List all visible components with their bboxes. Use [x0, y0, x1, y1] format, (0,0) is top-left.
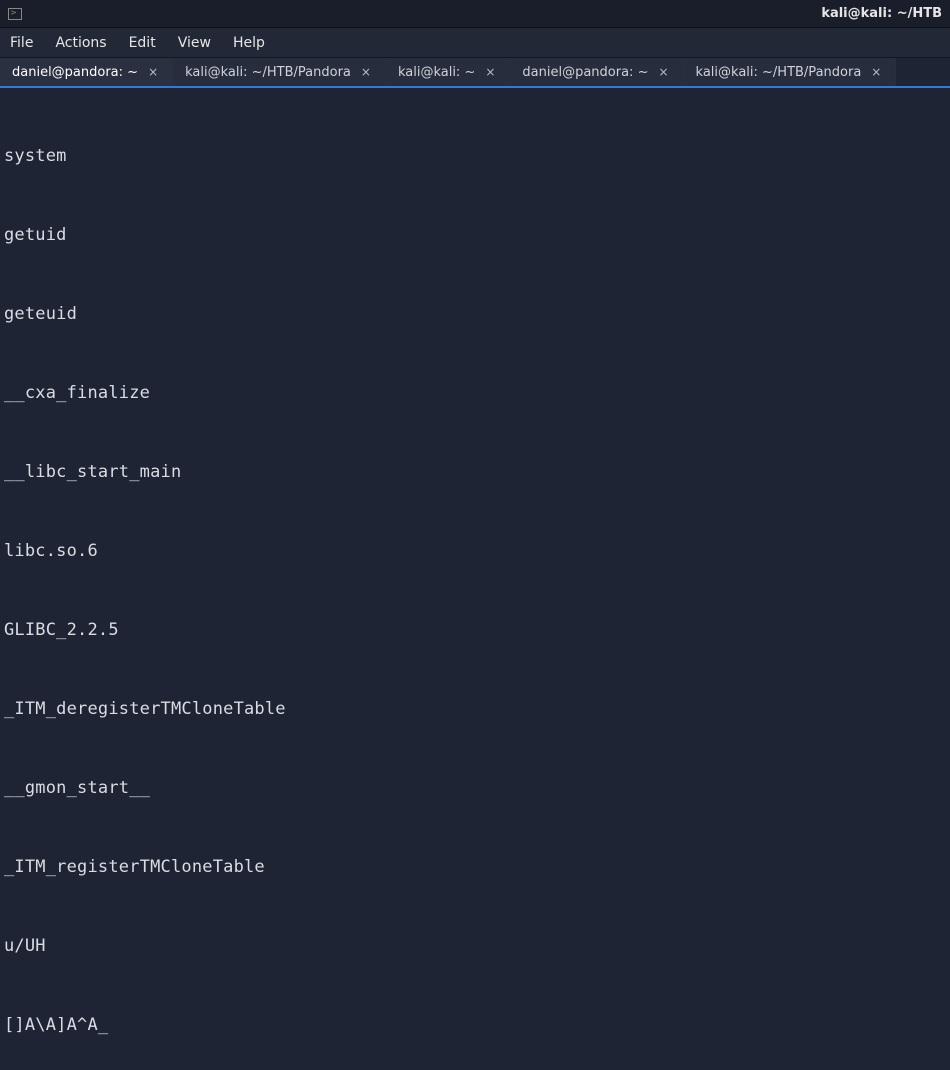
close-icon[interactable]: ×	[146, 65, 160, 79]
menu-view[interactable]: View	[178, 35, 211, 51]
menubar: File Actions Edit View Help	[0, 28, 950, 58]
terminal-line: system	[4, 143, 946, 169]
tab-label: kali@kali: ~/HTB/Pandora	[696, 65, 862, 80]
menu-actions[interactable]: Actions	[55, 35, 106, 51]
close-icon[interactable]: ×	[359, 65, 373, 79]
tab-label: daniel@pandora: ~	[522, 65, 648, 80]
tab-label: kali@kali: ~	[398, 65, 475, 80]
terminal-line: _ITM_deregisterTMCloneTable	[4, 696, 946, 722]
close-icon[interactable]: ×	[869, 65, 883, 79]
terminal-output[interactable]: system getuid geteuid __cxa_finalize __l…	[0, 88, 950, 1070]
tab-label: daniel@pandora: ~	[12, 65, 138, 80]
terminal-line: libc.so.6	[4, 538, 946, 564]
terminal-line: __libc_start_main	[4, 459, 946, 485]
close-icon[interactable]: ×	[483, 65, 497, 79]
tab-label: kali@kali: ~/HTB/Pandora	[185, 65, 351, 80]
tab-daniel-pandora-2[interactable]: daniel@pandora: ~ ×	[510, 58, 683, 86]
tabbar: daniel@pandora: ~ × kali@kali: ~/HTB/Pan…	[0, 58, 950, 88]
tab-kali-home[interactable]: kali@kali: ~ ×	[386, 58, 510, 86]
terminal-line: __gmon_start__	[4, 775, 946, 801]
terminal-line: __cxa_finalize	[4, 380, 946, 406]
terminal-icon	[8, 8, 22, 20]
titlebar-left	[8, 8, 30, 20]
tab-spacer	[896, 58, 950, 86]
menu-help[interactable]: Help	[233, 35, 265, 51]
terminal-line: getuid	[4, 222, 946, 248]
tab-kali-htb-pandora-1[interactable]: kali@kali: ~/HTB/Pandora ×	[173, 58, 386, 86]
tab-daniel-pandora-1[interactable]: daniel@pandora: ~ ×	[0, 58, 173, 86]
terminal-line: geteuid	[4, 301, 946, 327]
window-title: kali@kali: ~/HTB	[821, 6, 942, 21]
window-titlebar: kali@kali: ~/HTB	[0, 0, 950, 28]
terminal-line: GLIBC_2.2.5	[4, 617, 946, 643]
menu-edit[interactable]: Edit	[129, 35, 156, 51]
terminal-line: u/UH	[4, 933, 946, 959]
terminal-line: []A\A]A^A_	[4, 1012, 946, 1038]
close-icon[interactable]: ×	[656, 65, 670, 79]
menu-file[interactable]: File	[10, 35, 33, 51]
terminal-line: _ITM_registerTMCloneTable	[4, 854, 946, 880]
tab-kali-htb-pandora-2[interactable]: kali@kali: ~/HTB/Pandora ×	[684, 58, 897, 86]
